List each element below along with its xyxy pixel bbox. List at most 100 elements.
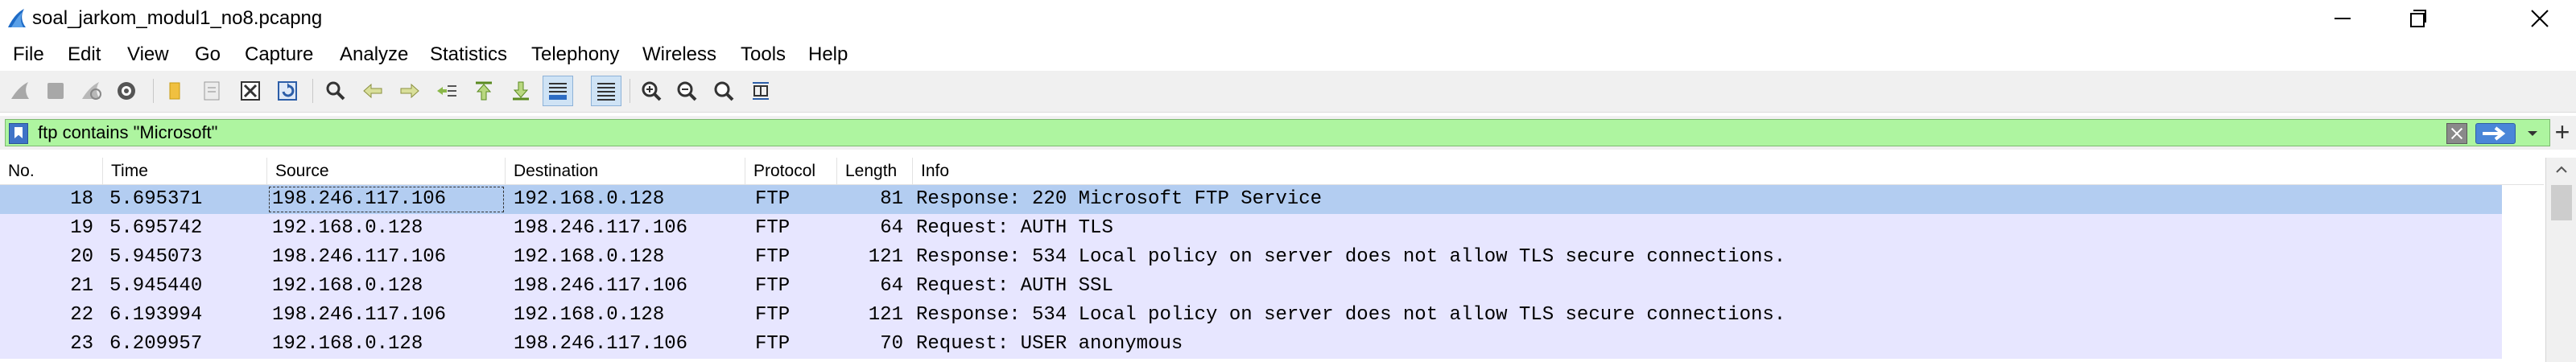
save-file-icon[interactable] [196,76,227,106]
packet-row[interactable]: 18 5.695371 198.246.117.106 192.168.0.128 FT… [0,185,2502,214]
restore-button[interactable] [2378,0,2452,37]
cell-source: 192.168.0.128 [272,217,423,239]
cell-length: 64 [880,217,903,239]
packet-row[interactable]: 19 5.695742 192.168.0.128 198.246.117.106 FT… [0,214,2502,243]
cell-time: 6.193994 [109,304,203,326]
packet-list-header: No. Time Source Destination Protocol Len… [0,158,2544,185]
wireshark-logo-icon [8,9,26,27]
packet-row[interactable]: 20 5.945073 198.246.117.106 192.168.0.128 FT… [0,243,2502,272]
cell-time: 5.945440 [109,275,203,297]
close-file-icon[interactable] [235,76,266,106]
zoom-in-icon[interactable] [636,76,667,106]
cell-destination: 192.168.0.128 [514,246,665,268]
menu-capture[interactable]: Capture [245,43,313,66]
last-packet-icon[interactable] [506,76,536,106]
menu-help[interactable]: Help [808,43,848,66]
packet-row[interactable]: 22 6.193994 198.246.117.106 192.168.0.128 FT… [0,301,2502,330]
cell-protocol: FTP [755,333,791,355]
cell-length: 70 [880,333,903,355]
cell-destination: 198.246.117.106 [514,275,688,297]
menu-tools[interactable]: Tools [741,43,786,66]
normal-size-icon[interactable] [708,76,739,106]
go-forward-icon[interactable] [394,76,425,106]
column-header-no[interactable]: No. [0,158,103,185]
cell-no: 18 [70,188,93,210]
cell-info: Request: USER anonymous [916,333,1183,355]
scroll-up-icon[interactable] [2546,158,2576,182]
cell-protocol: FTP [755,275,791,297]
go-to-packet-icon[interactable] [431,76,462,106]
menu-file[interactable]: File [13,43,44,66]
cell-source: 192.168.0.128 [272,333,423,355]
cell-no: 20 [70,246,93,268]
filter-history-dropdown[interactable] [2520,123,2545,144]
menu-statistics[interactable]: Statistics [430,43,507,66]
cell-time: 5.695742 [109,217,203,239]
column-header-protocol[interactable]: Protocol [745,158,837,185]
go-back-icon[interactable] [357,76,388,106]
shark-fin-start-icon[interactable] [5,76,35,106]
cell-length: 121 [868,246,903,268]
clear-filter-icon[interactable] [2446,123,2467,144]
auto-scroll-icon[interactable] [543,76,573,106]
packet-row[interactable]: 23 6.209957 192.168.0.128 198.246.117.106 FT… [0,330,2502,359]
vertical-scrollbar[interactable] [2545,158,2576,362]
menu-edit[interactable]: Edit [68,43,101,66]
cell-protocol: FTP [755,217,791,239]
cell-destination: 198.246.117.106 [514,333,688,355]
main-toolbar [0,71,2576,113]
apply-filter-button[interactable] [2475,123,2516,144]
chevron-down-icon [2528,131,2537,136]
add-filter-button[interactable]: + [2549,116,2576,150]
column-header-time[interactable]: Time [103,158,267,185]
cell-no: 22 [70,304,93,326]
column-header-length[interactable]: Length [837,158,913,185]
minimize-button[interactable] [2304,0,2378,37]
column-header-info[interactable]: Info [913,158,2544,185]
packet-row[interactable]: 21 5.945440 192.168.0.128 198.246.117.106 FT… [0,272,2502,301]
find-packet-icon[interactable] [320,76,351,106]
first-packet-icon[interactable] [469,76,499,106]
close-window-button[interactable] [2502,0,2576,37]
cell-length: 81 [880,188,903,210]
menu-telephony[interactable]: Telephony [531,43,619,66]
colorize-icon[interactable] [591,76,621,106]
arrow-right-icon [2483,126,2506,141]
capture-options-icon[interactable] [111,76,142,106]
menu-bar: File Edit View Go Capture Analyze Statis… [0,37,2576,71]
menu-view[interactable]: View [127,43,169,66]
column-header-source[interactable]: Source [267,158,506,185]
cell-info: Request: AUTH SSL [916,275,1113,297]
packet-list: No. Time Source Destination Protocol Len… [0,158,2576,362]
cell-time: 5.945073 [109,246,203,268]
cell-length: 121 [868,304,903,326]
column-header-destination[interactable]: Destination [506,158,745,185]
cell-source: 198.246.117.106 [272,304,447,326]
zoom-out-icon[interactable] [671,76,702,106]
open-file-icon[interactable] [159,76,190,106]
reload-file-icon[interactable] [272,76,303,106]
cell-info: Response: 534 Local policy on server doe… [916,304,1786,326]
filter-text[interactable]: ftp contains "Microsoft" [38,122,217,143]
stop-capture-icon[interactable] [40,76,71,106]
cell-source: 198.246.117.106 [272,246,447,268]
scrollbar-thumb[interactable] [2551,185,2572,220]
toolbar-separator [312,79,313,103]
resize-columns-icon[interactable] [745,76,776,106]
cell-no: 23 [70,333,93,355]
title-bar: soal_jarkom_modul1_no8.pcapng [0,0,2576,37]
menu-go[interactable]: Go [195,43,221,66]
bookmark-icon[interactable] [9,123,28,144]
display-filter-bar: ftp contains "Microsoft" + [0,116,2576,150]
display-filter-input[interactable]: ftp contains "Microsoft" [5,119,2550,146]
restart-capture-icon[interactable] [76,76,106,106]
menu-wireless[interactable]: Wireless [642,43,716,66]
cell-protocol: FTP [755,246,791,268]
cell-destination: 192.168.0.128 [514,304,665,326]
close-icon [2531,10,2549,27]
cell-no: 19 [70,217,93,239]
toolbar-separator [153,79,154,103]
menu-analyze[interactable]: Analyze [340,43,408,66]
cell-protocol: FTP [755,188,791,210]
cell-info: Response: 534 Local policy on server doe… [916,246,1786,268]
